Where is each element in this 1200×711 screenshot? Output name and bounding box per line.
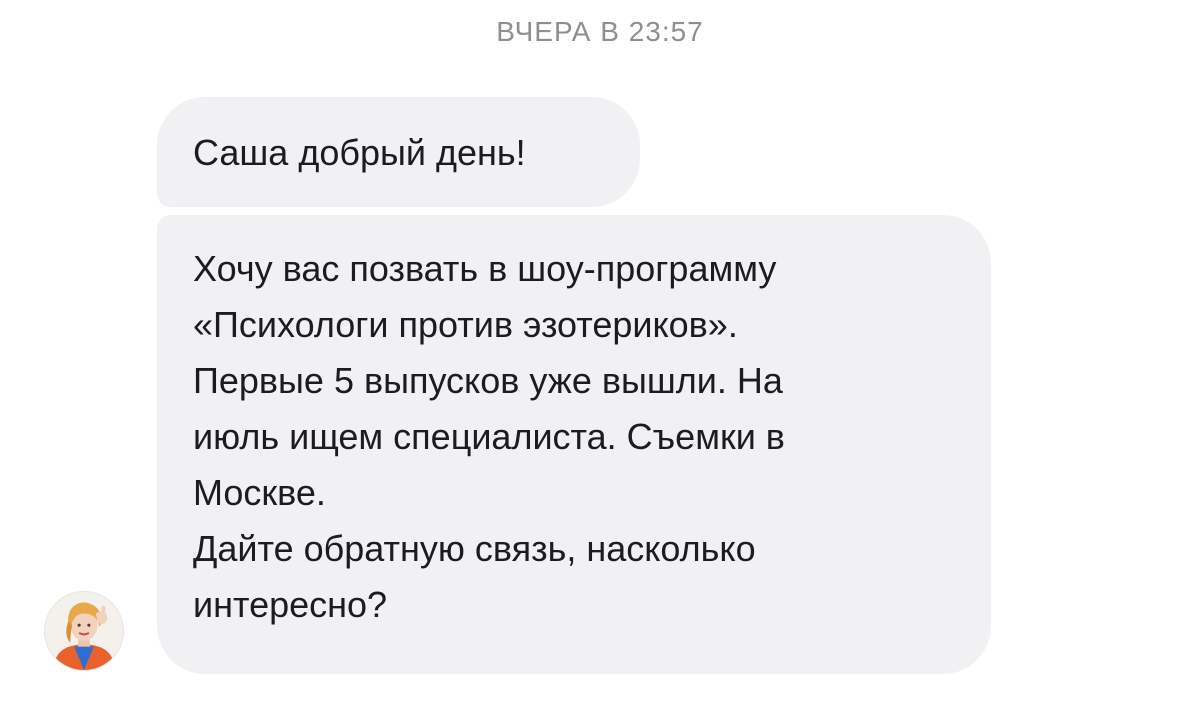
message-text-line: «Психологи против эзотериков». <box>193 304 738 345</box>
message-text-line: июль ищем специалиста. Съемки в <box>193 416 785 457</box>
message-group: Саша добрый день! Хочу вас позвать в шоу… <box>157 97 991 674</box>
message-text-line: Саша добрый день! <box>193 132 526 173</box>
message-text-line: Москве. <box>193 472 326 513</box>
message-text-line: Хочу вас позвать в шоу-программу <box>193 248 777 289</box>
sender-avatar[interactable] <box>44 591 124 671</box>
message-bubble[interactable]: Саша добрый день! <box>157 97 640 207</box>
message-text-line: Первые 5 выпусков уже вышли. На <box>193 360 783 401</box>
message-text-line: Дайте обратную связь, насколько <box>193 528 756 569</box>
message-text-line: интересно? <box>193 584 388 625</box>
user-avatar-photo-icon <box>45 592 123 670</box>
message-bubble[interactable]: Хочу вас позвать в шоу-программу «Психол… <box>157 215 991 674</box>
message-timestamp: ВЧЕРА В 23:57 <box>496 16 704 47</box>
